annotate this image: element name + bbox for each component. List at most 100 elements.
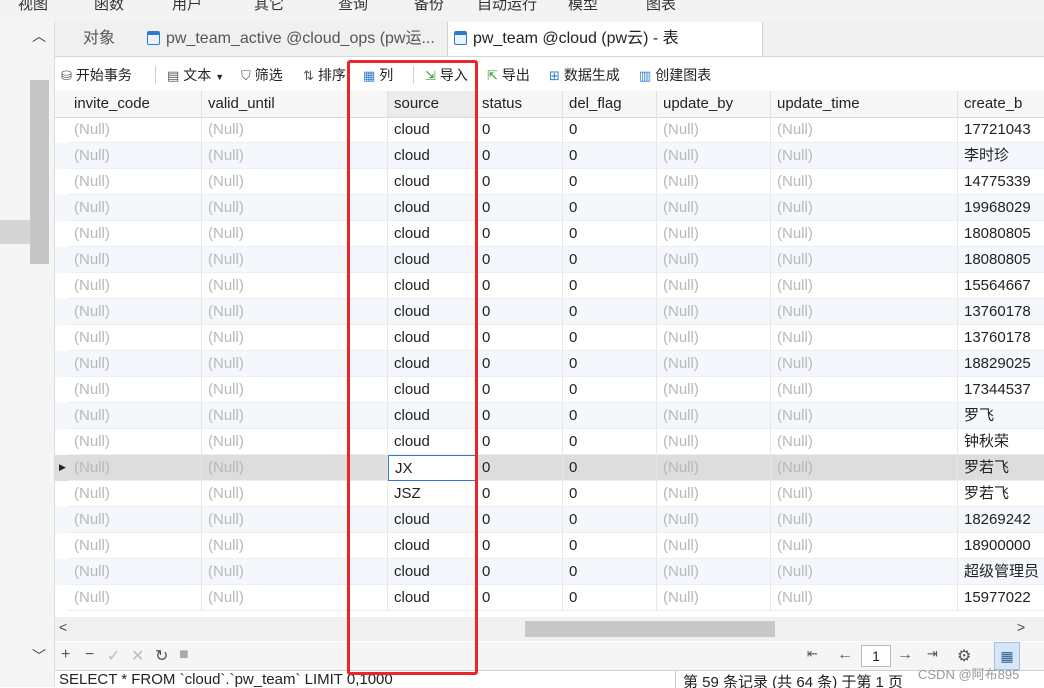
cell-update-by[interactable]: (Null) bbox=[657, 377, 771, 403]
cell-create-by[interactable]: 13760178 bbox=[958, 299, 1044, 325]
table-row[interactable]: (Null) (Null) cloud 0 0 (Null) (Null) 13760178 bbox=[55, 325, 1044, 351]
cell-invite-code[interactable]: (Null) bbox=[68, 117, 202, 143]
cell-status[interactable]: 0 bbox=[476, 117, 563, 143]
cell-valid-until[interactable]: (Null) bbox=[202, 143, 388, 169]
discard-changes-icon[interactable]: ✕ bbox=[131, 646, 144, 666]
tab-pw-team[interactable]: pw_team @cloud (pw云) - 表 bbox=[447, 22, 763, 56]
last-page-icon[interactable]: ⇥ bbox=[927, 646, 938, 662]
cell-invite-code[interactable]: (Null) bbox=[68, 299, 202, 325]
cell-update-time[interactable]: (Null) bbox=[771, 585, 958, 611]
cell-source[interactable]: cloud bbox=[388, 429, 476, 455]
menu-item-model[interactable]: 模型 bbox=[568, 0, 598, 14]
settings-gear-icon[interactable]: ⚙ bbox=[957, 646, 971, 666]
left-pane-scrollbar[interactable] bbox=[30, 80, 49, 264]
cell-source[interactable]: cloud bbox=[388, 247, 476, 273]
cell-invite-code[interactable]: (Null) bbox=[68, 169, 202, 195]
cell-valid-until[interactable]: (Null) bbox=[202, 221, 388, 247]
cell-del-flag[interactable]: 0 bbox=[563, 143, 657, 169]
menu-item-users[interactable]: 用户 bbox=[172, 0, 202, 14]
column-header-invite-code[interactable]: invite_code bbox=[68, 91, 202, 117]
filter-button[interactable]: ⛉ 筛选 bbox=[241, 65, 283, 85]
table-row[interactable]: (Null) (Null) cloud 0 0 (Null) (Null) 13760178 bbox=[55, 299, 1044, 325]
cell-update-by[interactable]: (Null) bbox=[657, 351, 771, 377]
sort-button[interactable]: ⇅ 排序 bbox=[303, 65, 346, 85]
cell-create-by[interactable]: 18080805 bbox=[958, 247, 1044, 273]
cell-update-by[interactable]: (Null) bbox=[657, 429, 771, 455]
column-header-update-time[interactable]: update_time bbox=[771, 91, 958, 117]
cell-del-flag[interactable]: 0 bbox=[563, 221, 657, 247]
table-row[interactable]: (Null) (Null) cloud 0 0 (Null) (Null) 15564667 bbox=[55, 273, 1044, 299]
cell-create-by[interactable]: 罗飞 bbox=[958, 403, 1044, 429]
scroll-left-icon[interactable]: < bbox=[59, 619, 67, 635]
cell-update-by[interactable]: (Null) bbox=[657, 273, 771, 299]
table-row[interactable]: (Null) (Null) cloud 0 0 (Null) (Null) 17344537 bbox=[55, 377, 1044, 403]
cell-create-by[interactable]: 超级管理员 bbox=[958, 559, 1044, 585]
menu-item-automation[interactable]: 自动运行 bbox=[477, 0, 537, 14]
add-record-icon[interactable]: + bbox=[61, 646, 70, 664]
menu-item-functions[interactable]: 函数 bbox=[94, 0, 124, 14]
column-header-valid-until[interactable]: valid_until bbox=[202, 91, 388, 117]
cell-update-time[interactable]: (Null) bbox=[771, 195, 958, 221]
cell-invite-code[interactable]: (Null) bbox=[68, 429, 202, 455]
cell-valid-until[interactable]: (Null) bbox=[202, 325, 388, 351]
table-row[interactable]: (Null) (Null) cloud 0 0 (Null) (Null) 14775339 bbox=[55, 169, 1044, 195]
cell-create-by[interactable]: 18269242 bbox=[958, 507, 1044, 533]
cell-update-time[interactable]: (Null) bbox=[771, 559, 958, 585]
menu-item-view[interactable]: 视图 bbox=[18, 0, 48, 14]
menu-item-backup[interactable]: 备份 bbox=[414, 0, 444, 14]
table-row[interactable]: (Null) (Null) cloud 0 0 (Null) (Null) 15977022 bbox=[55, 585, 1044, 611]
cell-source[interactable]: JSZ bbox=[388, 481, 476, 507]
cell-source[interactable]: cloud bbox=[388, 143, 476, 169]
cell-status[interactable]: 0 bbox=[476, 429, 563, 455]
columns-button[interactable]: ▦ 列 bbox=[363, 65, 393, 85]
cell-status[interactable]: 0 bbox=[476, 481, 563, 507]
table-row[interactable]: (Null) (Null) cloud 0 0 (Null) (Null) 李时珍 bbox=[55, 143, 1044, 169]
delete-record-icon[interactable]: − bbox=[85, 646, 94, 664]
table-row[interactable]: (Null) (Null) JSZ 0 0 (Null) (Null) 罗若飞 bbox=[55, 481, 1044, 507]
cell-valid-until[interactable]: (Null) bbox=[202, 247, 388, 273]
cell-status[interactable]: 0 bbox=[476, 403, 563, 429]
cell-update-time[interactable]: (Null) bbox=[771, 169, 958, 195]
cell-update-time[interactable]: (Null) bbox=[771, 455, 958, 481]
column-header-del-flag[interactable]: del_flag bbox=[563, 91, 657, 117]
cell-del-flag[interactable]: 0 bbox=[563, 507, 657, 533]
cell-valid-until[interactable]: (Null) bbox=[202, 403, 388, 429]
cell-source[interactable]: cloud bbox=[388, 403, 476, 429]
cell-invite-code[interactable]: (Null) bbox=[68, 325, 202, 351]
cell-invite-code[interactable]: (Null) bbox=[68, 247, 202, 273]
cell-create-by[interactable]: 18900000 bbox=[958, 533, 1044, 559]
cell-del-flag[interactable]: 0 bbox=[563, 351, 657, 377]
cell-invite-code[interactable]: (Null) bbox=[68, 143, 202, 169]
table-row[interactable]: (Null) (Null) cloud 0 0 (Null) (Null) 钟秋荣 bbox=[55, 429, 1044, 455]
cell-update-time[interactable]: (Null) bbox=[771, 299, 958, 325]
cell-status[interactable]: 0 bbox=[476, 351, 563, 377]
cell-valid-until[interactable]: (Null) bbox=[202, 429, 388, 455]
cell-update-time[interactable]: (Null) bbox=[771, 273, 958, 299]
export-button[interactable]: ⇱ 导出 bbox=[487, 65, 530, 85]
previous-page-icon[interactable]: ← bbox=[837, 646, 853, 664]
scroll-right-icon[interactable]: > bbox=[1017, 619, 1025, 635]
table-row[interactable]: ▶ (Null) (Null) JX 0 0 (Null) (Null) 罗若飞 bbox=[55, 455, 1044, 481]
cell-status[interactable]: 0 bbox=[476, 455, 563, 481]
cell-create-by[interactable]: 18829025 bbox=[958, 351, 1044, 377]
data-generation-button[interactable]: ⊞ 数据生成 bbox=[549, 65, 620, 85]
cell-update-by[interactable]: (Null) bbox=[657, 247, 771, 273]
cell-status[interactable]: 0 bbox=[476, 169, 563, 195]
cell-invite-code[interactable]: (Null) bbox=[68, 455, 202, 481]
cell-source[interactable]: cloud bbox=[388, 195, 476, 221]
cell-update-time[interactable]: (Null) bbox=[771, 221, 958, 247]
cell-del-flag[interactable]: 0 bbox=[563, 403, 657, 429]
cell-invite-code[interactable]: (Null) bbox=[68, 221, 202, 247]
cell-update-by[interactable]: (Null) bbox=[657, 585, 771, 611]
cell-create-by[interactable]: 15564667 bbox=[958, 273, 1044, 299]
table-row[interactable]: (Null) (Null) cloud 0 0 (Null) (Null) 罗飞 bbox=[55, 403, 1044, 429]
cell-invite-code[interactable]: (Null) bbox=[68, 273, 202, 299]
cell-del-flag[interactable]: 0 bbox=[563, 533, 657, 559]
cell-update-by[interactable]: (Null) bbox=[657, 221, 771, 247]
table-row[interactable]: (Null) (Null) cloud 0 0 (Null) (Null) 18080805 bbox=[55, 247, 1044, 273]
cell-update-time[interactable]: (Null) bbox=[771, 403, 958, 429]
cell-source[interactable]: cloud bbox=[388, 351, 476, 377]
cell-update-by[interactable]: (Null) bbox=[657, 559, 771, 585]
horizontal-scrollbar[interactable]: < > bbox=[55, 617, 1044, 641]
cell-invite-code[interactable]: (Null) bbox=[68, 377, 202, 403]
